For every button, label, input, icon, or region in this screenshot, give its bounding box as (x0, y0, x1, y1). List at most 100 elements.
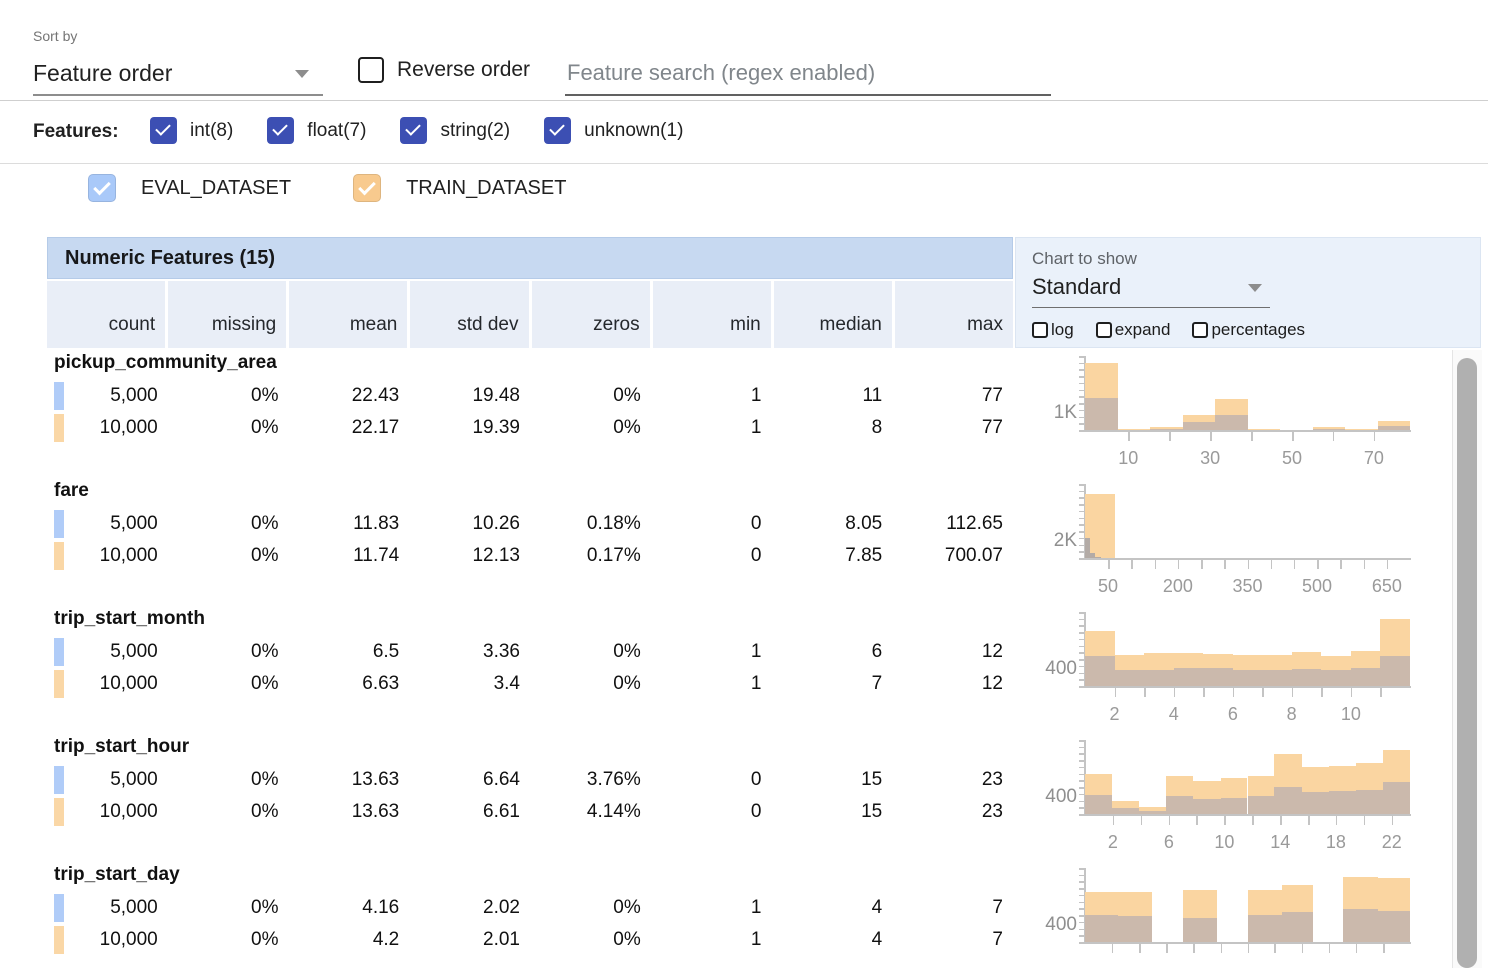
x-axis (1084, 814, 1411, 816)
stat-value: 6 (772, 636, 893, 668)
sort-order-dropdown[interactable]: Feature order (33, 56, 323, 96)
vertical-scrollbar-thumb[interactable] (1457, 358, 1477, 968)
chart-option-checkboxes: log expand percentages (1032, 320, 1305, 340)
histogram-bar-eval_dataset (1144, 670, 1174, 686)
feature-name: pickup_community_area (54, 352, 277, 374)
stat-value: 4.16 (289, 892, 410, 924)
y-axis-tick (1079, 753, 1085, 755)
feature-block-fare: fare5,0000%11.8310.260.18%08.05112.6510,… (47, 478, 1013, 606)
dataset-toggle-train_dataset[interactable]: TRAIN_DATASET (353, 174, 566, 202)
stat-value: 10,000 (47, 540, 168, 572)
chart-option-expand[interactable]: expand (1096, 320, 1171, 340)
feature-search-input[interactable] (565, 52, 1051, 96)
stat-value: 0% (530, 892, 651, 924)
dataset-toggle-eval_dataset[interactable]: EVAL_DATASET (88, 174, 291, 202)
x-axis-tick (1351, 688, 1353, 697)
feature-block-trip_start_month: trip_start_month5,0000%6.53.360%161210,0… (47, 606, 1013, 734)
y-axis-label: 400 (1015, 786, 1077, 808)
histogram-bar-eval_dataset (1174, 668, 1204, 686)
histogram-pickup_community_area: 1K10305070 (1015, 350, 1455, 478)
x-axis-tick-label: 2 (1108, 832, 1118, 853)
dataset-label: EVAL_DATASET (141, 177, 291, 200)
chart-option-log[interactable]: log (1032, 320, 1074, 340)
reverse-order-checkbox[interactable] (358, 57, 384, 83)
feature-type-label: unknown(1) (584, 120, 683, 142)
stat-value: 23 (892, 764, 1013, 796)
histogram-fare: 2K50200350500650 (1015, 478, 1455, 606)
checkbox-checked-icon[interactable] (400, 117, 427, 144)
stat-row-eval_dataset: 5,0000%6.53.360%1612 (47, 636, 1013, 668)
stat-value: 12 (892, 668, 1013, 700)
checkbox-unchecked-icon[interactable] (1192, 322, 1208, 338)
stat-value: 0% (168, 508, 289, 540)
checkbox-checked-icon[interactable] (353, 174, 381, 202)
stat-value: 1 (651, 412, 772, 444)
histogram-bar-eval_dataset (1378, 911, 1411, 942)
divider (0, 100, 1488, 101)
dataset-color-swatch (54, 510, 64, 538)
x-axis-tick-label: 50 (1098, 576, 1118, 597)
histogram-bar-eval_dataset (1248, 915, 1282, 942)
stat-value: 19.48 (409, 380, 530, 412)
x-axis-tick (1274, 944, 1276, 953)
checkbox-checked-icon[interactable] (150, 117, 177, 144)
histogram-bar-eval_dataset (1085, 795, 1112, 814)
x-axis-tick (1141, 816, 1143, 825)
x-axis-tick (1113, 816, 1115, 825)
feature-type-filter-int[interactable]: int(8) (150, 117, 233, 144)
column-header-max: max (895, 281, 1013, 348)
dataset-color-swatch (54, 414, 64, 442)
chart-panel-header: Chart to show Standard logexpandpercenta… (1015, 237, 1481, 348)
x-axis-tick (1364, 560, 1366, 569)
checkbox-checked-icon[interactable] (544, 117, 571, 144)
chart-option-percentages[interactable]: percentages (1192, 320, 1305, 340)
x-axis-tick (1383, 944, 1385, 953)
x-axis-tick (1201, 560, 1203, 569)
x-axis-tick-label: 350 (1232, 576, 1262, 597)
histogram-bar-eval_dataset (1248, 796, 1275, 814)
column-header-std-dev: std dev (410, 281, 528, 348)
feature-type-filter-float[interactable]: float(7) (267, 117, 366, 144)
feature-type-filter-unknown[interactable]: unknown(1) (544, 117, 683, 144)
stat-value: 5,000 (47, 636, 168, 668)
histogram-bar-eval_dataset (1329, 791, 1356, 814)
stat-value: 0 (651, 764, 772, 796)
chevron-down-icon (295, 70, 309, 78)
histogram-bar-eval_dataset (1221, 798, 1248, 814)
checkbox-unchecked-icon[interactable] (1032, 322, 1048, 338)
x-axis-tick (1203, 688, 1205, 697)
x-axis-tick (1248, 944, 1250, 953)
checkbox-checked-icon[interactable] (267, 117, 294, 144)
stat-value: 0% (168, 892, 289, 924)
x-axis-tick (1248, 560, 1250, 569)
histogram-plot (1085, 868, 1410, 942)
stat-value: 0.17% (530, 540, 651, 572)
histogram-trip_start_hour: 4002610141822 (1015, 734, 1455, 862)
x-axis-tick-label: 10 (1341, 704, 1361, 725)
stats-column-header: countmissingmeanstd devzerosminmedianmax (47, 281, 1013, 348)
stat-value: 1 (651, 636, 772, 668)
histogram-bar-eval_dataset (1085, 656, 1115, 686)
checkbox-checked-icon[interactable] (88, 174, 116, 202)
histogram-bar-eval_dataset (1292, 669, 1322, 686)
x-axis-tick (1169, 816, 1171, 825)
histogram-bar-eval_dataset (1085, 398, 1118, 430)
stat-value: 15 (772, 796, 893, 828)
stat-value: 7.85 (772, 540, 893, 572)
checkbox-unchecked-icon[interactable] (1096, 322, 1112, 338)
histogram-bar-eval_dataset (1233, 670, 1262, 686)
feature-block-trip_start_day: trip_start_day5,0000%4.162.020%14710,000… (47, 862, 1013, 968)
histogram-bar-eval_dataset (1203, 668, 1233, 686)
stat-value: 0% (168, 764, 289, 796)
chart-type-dropdown[interactable]: Standard (1032, 272, 1270, 308)
stat-value: 6.64 (409, 764, 530, 796)
histogram-bar-eval_dataset (1302, 792, 1329, 814)
feature-type-filter-string[interactable]: string(2) (400, 117, 510, 144)
histogram-trip_start_day: 400 (1015, 862, 1455, 968)
stat-value: 77 (892, 380, 1013, 412)
stat-value: 0% (530, 636, 651, 668)
x-axis-tick (1210, 432, 1212, 441)
x-axis-tick-label: 30 (1200, 448, 1220, 469)
numeric-features-title: Numeric Features (15) (65, 247, 275, 270)
x-axis-tick-label: 4 (1169, 704, 1179, 725)
